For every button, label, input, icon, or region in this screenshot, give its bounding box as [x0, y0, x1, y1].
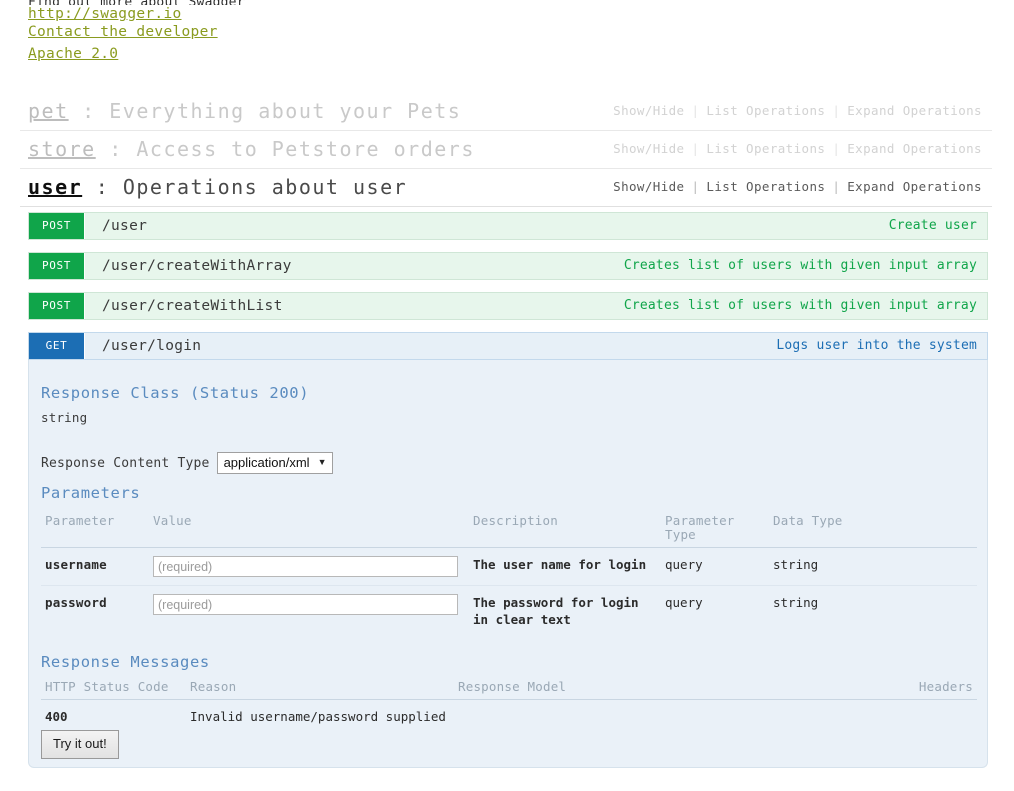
response-reason: Invalid username/password supplied — [186, 700, 454, 734]
column-header-value: Value — [149, 512, 469, 548]
operation-detail-panel: Response Class (Status 200) string Respo… — [28, 360, 988, 768]
parameter-data-type-username: string — [769, 548, 977, 586]
resource-title-pet: pet : Everything about your Pets — [28, 93, 461, 129]
resource-separator: : — [82, 99, 96, 123]
action-separator: | — [831, 103, 841, 118]
method-badge-post: POST — [29, 213, 84, 239]
operation-path[interactable]: /user/login — [84, 333, 776, 359]
operation-row-post-user-createwithlist[interactable]: POST /user/createWithList Creates list o… — [28, 292, 988, 320]
operation-path[interactable]: /user — [84, 213, 889, 239]
response-messages-header-row: HTTP Status Code Reason Response Model H… — [41, 678, 977, 700]
response-status-code: 400 — [41, 700, 186, 734]
method-badge-get: GET — [29, 333, 84, 359]
column-header-description: Description — [469, 512, 661, 548]
column-header-headers: Headers — [854, 678, 977, 700]
expand-operations-link-user[interactable]: Expand Operations — [841, 179, 988, 194]
column-header-parameter: Parameter — [41, 512, 149, 548]
operation-row-post-user[interactable]: POST /user Create user — [28, 212, 988, 240]
parameters-table: Parameter Value Description ParameterTyp… — [41, 512, 977, 636]
parameter-type-password: query — [661, 586, 769, 637]
operation-summary: Creates list of users with given input a… — [624, 253, 987, 279]
resource-description-user: Operations about user — [123, 175, 407, 199]
chevron-down-icon: ▼ — [318, 455, 327, 470]
swagger-ui-page: Find out more about Swagger http://swagg… — [0, 0, 1014, 791]
parameter-type-username: query — [661, 548, 769, 586]
swagger-site-link[interactable]: http://swagger.io — [28, 5, 588, 23]
license-link[interactable]: Apache 2.0 — [28, 45, 588, 63]
resource-link-pet[interactable]: pet — [28, 99, 69, 123]
column-header-response-model: Response Model — [454, 678, 854, 700]
operation-path[interactable]: /user/createWithList — [84, 293, 624, 319]
password-input[interactable] — [153, 594, 458, 615]
action-separator: | — [831, 141, 841, 156]
operation-row-get-user-login[interactable]: GET /user/login Logs user into the syste… — [28, 332, 988, 360]
list-operations-link-store[interactable]: List Operations — [700, 141, 831, 156]
resource-separator: : — [109, 137, 123, 161]
response-model — [454, 700, 854, 734]
operation-summary: Logs user into the system — [776, 333, 987, 359]
expand-operations-link-store[interactable]: Expand Operations — [841, 141, 988, 156]
param-type-line2: Type — [665, 527, 696, 542]
resource-description-pet: Everything about your Pets — [109, 99, 461, 123]
operation-summary: Creates list of users with given input a… — [624, 293, 987, 319]
parameter-name-password: password — [41, 586, 149, 637]
parameter-data-type-password: string — [769, 586, 977, 637]
action-separator: | — [690, 179, 700, 194]
response-messages-heading: Response Messages — [41, 653, 210, 671]
parameter-value-cell-password — [149, 586, 469, 637]
method-badge-post: POST — [29, 293, 84, 319]
resource-section-store: store : Access to Petstore orders Show/H… — [20, 131, 992, 169]
column-header-data-type: Data Type — [769, 512, 977, 548]
parameter-description-password: The password for login in clear text — [469, 586, 661, 637]
action-separator: | — [690, 103, 700, 118]
list-operations-link-user[interactable]: List Operations — [700, 179, 831, 194]
column-header-http-status-code: HTTP Status Code — [41, 678, 186, 700]
show-hide-link-store[interactable]: Show/Hide — [607, 141, 690, 156]
parameters-heading: Parameters — [41, 484, 140, 502]
response-class-model: string — [41, 410, 87, 425]
resource-actions-pet: Show/Hide|List Operations|Expand Operati… — [607, 93, 988, 129]
table-row: 400 Invalid username/password supplied — [41, 700, 977, 734]
expand-operations-link-pet[interactable]: Expand Operations — [841, 103, 988, 118]
method-badge-post: POST — [29, 253, 84, 279]
resource-actions-user: Show/Hide|List Operations|Expand Operati… — [607, 169, 988, 205]
resource-link-user[interactable]: user — [28, 175, 82, 199]
api-info-block: Find out more about Swagger http://swagg… — [28, 0, 588, 63]
response-content-type-select[interactable]: application/xml ▼ — [217, 452, 334, 474]
response-content-type-row: Response Content Type application/xml ▼ — [41, 452, 333, 474]
parameters-header-row: Parameter Value Description ParameterTyp… — [41, 512, 977, 548]
response-content-type-value: application/xml — [224, 455, 310, 470]
resource-link-store[interactable]: store — [28, 137, 96, 161]
response-headers — [854, 700, 977, 734]
response-content-type-label: Response Content Type — [41, 456, 210, 471]
resource-section-user: user : Operations about user Show/Hide|L… — [20, 169, 992, 207]
resource-section-pet: pet : Everything about your Pets Show/Hi… — [20, 93, 992, 131]
response-class-heading: Response Class (Status 200) — [41, 384, 309, 402]
operation-path[interactable]: /user/createWithArray — [84, 253, 624, 279]
parameter-name-username: username — [41, 548, 149, 586]
response-messages-table: HTTP Status Code Reason Response Model H… — [41, 678, 977, 733]
parameter-value-cell-username — [149, 548, 469, 586]
resource-title-user: user : Operations about user — [28, 169, 407, 205]
try-it-out-button[interactable]: Try it out! — [41, 730, 119, 759]
show-hide-link-pet[interactable]: Show/Hide — [607, 103, 690, 118]
column-header-parameter-type: ParameterType — [661, 512, 769, 548]
show-hide-link-user[interactable]: Show/Hide — [607, 179, 690, 194]
resource-description-store: Access to Petstore orders — [136, 137, 475, 161]
contact-developer-link[interactable]: Contact the developer — [28, 23, 588, 41]
action-separator: | — [831, 179, 841, 194]
action-separator: | — [690, 141, 700, 156]
table-row: password The password for login in clear… — [41, 586, 977, 637]
resource-separator: : — [96, 175, 110, 199]
list-operations-link-pet[interactable]: List Operations — [700, 103, 831, 118]
table-row: username The user name for login query s… — [41, 548, 977, 586]
resource-actions-store: Show/Hide|List Operations|Expand Operati… — [607, 131, 988, 167]
parameter-description-username: The user name for login — [469, 548, 661, 586]
operation-row-post-user-createwitharray[interactable]: POST /user/createWithArray Creates list … — [28, 252, 988, 280]
column-header-reason: Reason — [186, 678, 454, 700]
param-type-line1: Parameter — [665, 513, 735, 528]
operation-summary: Create user — [889, 213, 987, 239]
username-input[interactable] — [153, 556, 458, 577]
resource-title-store: store : Access to Petstore orders — [28, 131, 475, 167]
